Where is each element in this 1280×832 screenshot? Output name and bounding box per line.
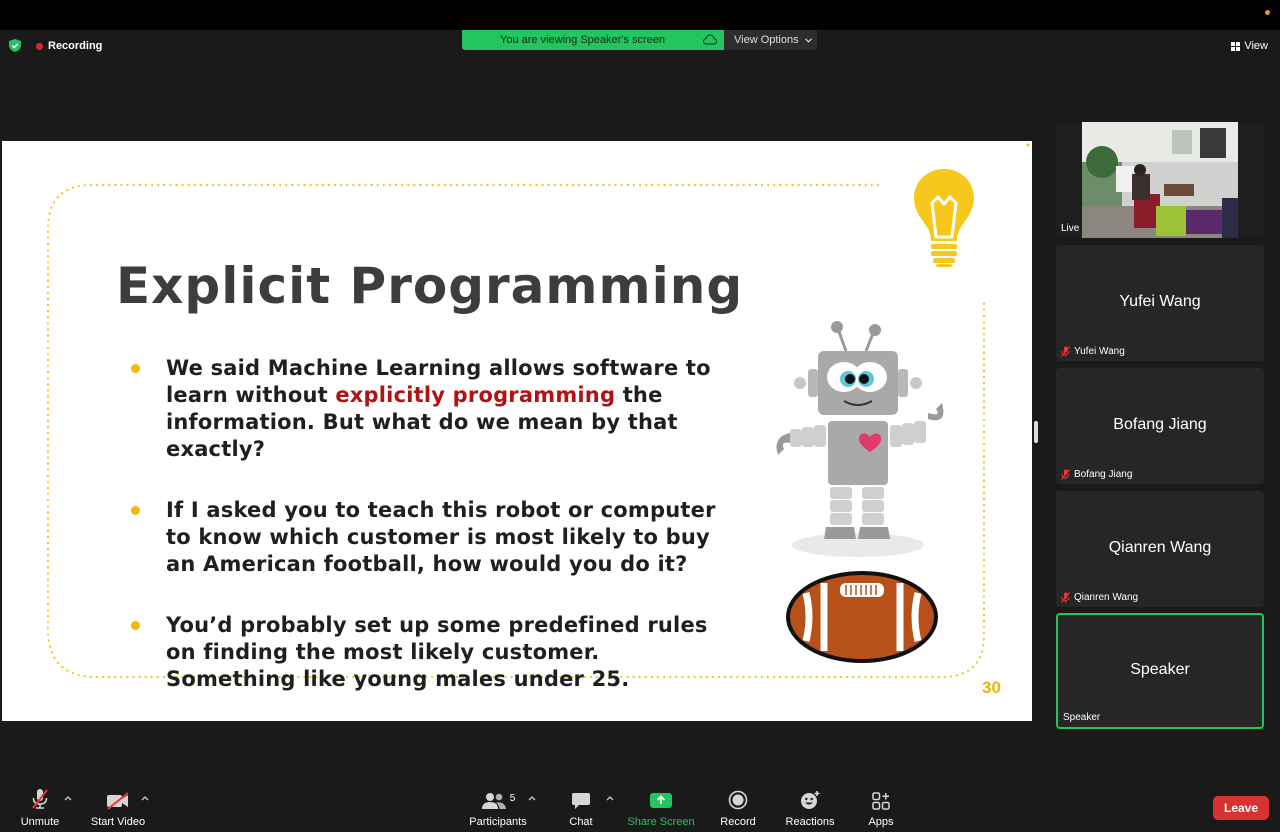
meeting-toolbar: Unmute Start Video 5 Participants Chat S… — [0, 784, 1280, 832]
participant-label-text: Yufei Wang — [1074, 346, 1125, 357]
record-button[interactable]: Record — [718, 784, 758, 832]
recording-dot-icon — [36, 42, 43, 50]
leave-button[interactable]: Leave — [1213, 796, 1269, 820]
participant-label: Yufei Wang — [1061, 346, 1125, 357]
chat-options-caret-icon[interactable] — [606, 795, 614, 801]
start-video-button[interactable]: Start Video — [88, 784, 148, 832]
participant-name: Speaker — [1130, 661, 1190, 678]
video-feed-thumbnail — [1082, 122, 1238, 238]
participant-label-text: Speaker — [1063, 712, 1101, 723]
muted-mic-icon — [1061, 469, 1070, 480]
live-tile-label: Live — [1061, 223, 1079, 234]
bullet-text: You’d probably set up some predefined ru… — [166, 613, 708, 691]
bullet-item: If I asked you to teach this robot or co… — [126, 497, 726, 578]
panel-resize-handle[interactable] — [1034, 421, 1038, 443]
share-screen-button[interactable]: Share Screen — [626, 784, 696, 832]
view-button[interactable]: View — [1231, 40, 1268, 52]
participant-tile[interactable]: Qianren Wang Qianren Wang — [1056, 491, 1264, 607]
reactions-emoji-icon — [801, 791, 820, 809]
start-video-label: Start Video — [90, 816, 146, 828]
system-strip — [0, 0, 1280, 30]
participants-icon — [481, 793, 506, 809]
record-label: Record — [720, 816, 756, 828]
recording-indicator[interactable]: Recording — [36, 40, 102, 52]
muted-mic-icon — [1061, 346, 1070, 357]
cloud-icon[interactable] — [703, 34, 717, 45]
lightbulb-icon — [914, 169, 974, 267]
security-shield-icon[interactable] — [9, 39, 21, 52]
participants-button[interactable]: 5 Participants — [466, 784, 530, 832]
participant-label: Qianren Wang — [1061, 592, 1138, 603]
robot-illustration — [776, 321, 944, 557]
slide-page-number: 30 — [982, 678, 1001, 697]
share-screen-icon — [650, 793, 672, 808]
share-screen-label: Share Screen — [627, 816, 695, 828]
muted-microphone-icon — [32, 789, 48, 809]
participants-count: 5 — [509, 793, 516, 804]
view-options-button[interactable]: View Options — [724, 30, 817, 50]
participant-label: Bofang Jiang — [1061, 469, 1132, 480]
chat-label: Chat — [569, 816, 593, 828]
participant-name: Qianren Wang — [1108, 539, 1212, 556]
slide-title: Explicit Programming — [116, 257, 744, 315]
reactions-button[interactable]: Reactions — [784, 784, 836, 832]
bullet-list: We said Machine Learning allows software… — [126, 355, 726, 721]
unmute-label: Unmute — [20, 816, 60, 828]
record-icon — [728, 790, 748, 810]
unmute-button[interactable]: Unmute — [18, 784, 62, 832]
reactions-label: Reactions — [785, 816, 835, 828]
active-speaker-tile[interactable]: Speaker Speaker — [1056, 613, 1264, 729]
participant-name: Yufei Wang — [1119, 293, 1201, 310]
bullet-item: You’d probably set up some predefined ru… — [126, 612, 726, 693]
zoom-window: Recording You are viewing Speaker's scre… — [0, 0, 1280, 832]
apps-icon — [872, 792, 890, 810]
viewing-banner: You are viewing Speaker's screen — [462, 30, 724, 50]
participant-label-text: Bofang Jiang — [1074, 469, 1133, 480]
american-football-illustration — [786, 571, 938, 663]
muted-mic-icon — [1061, 592, 1070, 603]
view-label: View — [1244, 40, 1268, 52]
video-off-icon — [107, 792, 129, 810]
participant-label-text: Qianren Wang — [1074, 592, 1139, 603]
chat-bubble-icon — [572, 793, 590, 809]
top-bar: Recording You are viewing Speaker's scre… — [0, 30, 1280, 60]
participant-name: Bofang Jiang — [1113, 416, 1207, 433]
chevron-down-icon — [804, 37, 812, 43]
apps-button[interactable]: Apps — [864, 784, 898, 832]
chat-button[interactable]: Chat — [564, 784, 598, 832]
video-options-caret-icon[interactable] — [141, 795, 149, 801]
participants-options-caret-icon[interactable] — [528, 795, 536, 801]
bullet-text: If I asked you to teach this robot or co… — [166, 498, 716, 576]
bullet-highlight: explicitly programming — [335, 383, 616, 407]
live-label: Live — [1061, 223, 1080, 234]
viewing-label: You are viewing Speaker's screen — [500, 34, 665, 46]
status-dot — [1265, 10, 1270, 15]
audio-options-caret-icon[interactable] — [64, 795, 72, 801]
participant-tile[interactable]: Bofang Jiang Bofang Jiang — [1056, 368, 1264, 484]
live-video-tile[interactable]: Live — [1056, 122, 1264, 238]
apps-label: Apps — [868, 816, 894, 828]
bullet-item: We said Machine Learning allows software… — [126, 355, 726, 463]
participants-label: Participants — [469, 816, 527, 828]
view-options-label: View Options — [734, 34, 799, 46]
participant-label: Speaker — [1063, 712, 1100, 723]
participant-tile[interactable]: Yufei Wang Yufei Wang — [1056, 245, 1264, 361]
grid-view-icon — [1231, 41, 1241, 51]
shared-slide: Explicit Programming We said Machine Lea… — [2, 141, 1032, 721]
recording-label: Recording — [48, 40, 103, 52]
